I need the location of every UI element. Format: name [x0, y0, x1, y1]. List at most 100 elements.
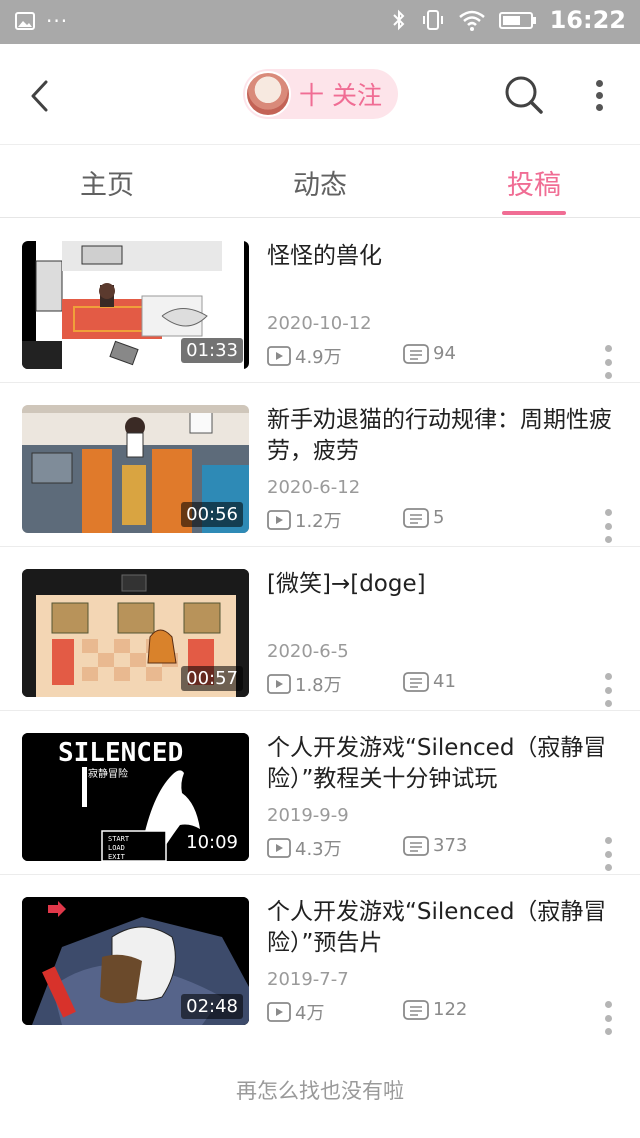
follow-button[interactable]: 十 关注	[243, 69, 398, 119]
comment-count-icon	[403, 835, 429, 856]
comment-count-value: 41	[433, 671, 456, 692]
video-date: 2019-7-7	[267, 969, 349, 990]
comment-count-value: 94	[433, 343, 456, 364]
dot	[604, 673, 612, 680]
comment-count: 41	[403, 671, 456, 692]
video-thumbnail[interactable]: 01:33	[22, 241, 249, 369]
dot	[604, 536, 612, 543]
comment-count-icon	[403, 507, 429, 528]
search-icon	[505, 76, 543, 114]
video-title[interactable]: 个人开发游戏“Silenced（寂静冒险）”预告片	[267, 897, 622, 959]
video-list-item[interactable]: SILENCED 寂静冒险 START LOAD EXIT 10:09 个人开发…	[0, 711, 640, 875]
dot	[595, 79, 603, 87]
item-more-button[interactable]	[600, 1001, 616, 1035]
dot	[604, 1028, 612, 1035]
comment-count-value: 122	[433, 999, 468, 1020]
video-list-item[interactable]: 01:33 怪怪的兽化 2020-10-12 4.9万 94	[0, 219, 640, 383]
play-count-icon	[267, 838, 291, 858]
battery-icon	[498, 12, 536, 29]
silenced-logo-subtitle: 寂静冒险	[88, 767, 128, 780]
view-count: 4.9万	[267, 343, 342, 369]
item-more-button[interactable]	[600, 345, 616, 379]
video-title[interactable]: 怪怪的兽化	[267, 241, 622, 272]
play-count-icon	[267, 1002, 291, 1022]
video-title[interactable]: 个人开发游戏“Silenced（寂静冒险）”教程关十分钟试玩	[267, 733, 622, 795]
more-options-button[interactable]	[584, 73, 614, 117]
tab-dynamics[interactable]: 动态	[260, 163, 380, 202]
comment-count-value: 5	[433, 507, 445, 528]
video-stats: 4.9万 94	[267, 343, 597, 369]
view-count-value: 4.9万	[295, 347, 342, 368]
play-count-icon	[267, 510, 291, 530]
view-count-value: 4.3万	[295, 839, 342, 860]
dot	[604, 700, 612, 707]
play-count-icon	[267, 674, 291, 694]
video-stats: 1.2万 5	[267, 507, 597, 533]
vibrate-icon	[422, 10, 443, 30]
play-count-icon	[267, 346, 291, 366]
video-thumbnail[interactable]: 02:48	[22, 897, 249, 1025]
search-button[interactable]	[502, 73, 546, 117]
video-list-item[interactable]: 02:48 个人开发游戏“Silenced（寂静冒险）”预告片 2019-7-7…	[0, 875, 640, 1039]
video-stats: 1.8万 41	[267, 671, 597, 697]
active-tab-indicator	[502, 211, 566, 215]
bluetooth-icon	[392, 9, 405, 31]
dot	[604, 372, 612, 379]
comment-count: 94	[403, 343, 456, 364]
view-count: 1.2万	[267, 507, 342, 533]
item-more-button[interactable]	[600, 673, 616, 707]
video-date: 2019-9-9	[267, 805, 349, 826]
dot	[595, 91, 603, 99]
dot	[595, 103, 603, 111]
dot	[604, 864, 612, 871]
video-duration: 00:57	[181, 666, 243, 691]
wifi-icon	[458, 10, 485, 31]
follow-label: 十 关注	[299, 81, 382, 110]
video-duration: 00:56	[181, 502, 243, 527]
comment-count-icon	[403, 671, 429, 692]
dot	[604, 837, 612, 844]
tab-home[interactable]: 主页	[47, 163, 167, 202]
video-thumbnail[interactable]: 00:56	[22, 405, 249, 533]
video-date: 2020-6-5	[267, 641, 349, 662]
dot	[604, 509, 612, 516]
view-count-value: 1.2万	[295, 511, 342, 532]
dot	[604, 345, 612, 352]
video-list-item[interactable]: 00:56 新手劝退猫的行动规律：周期性疲劳，疲劳 2020-6-12 1.2万…	[0, 383, 640, 547]
video-stats: 4.3万 373	[267, 835, 597, 861]
view-count: 4.3万	[267, 835, 342, 861]
menu-exit-label: EXIT	[108, 853, 126, 861]
avatar[interactable]	[245, 71, 291, 117]
tab-uploads[interactable]: 投稿	[474, 163, 594, 202]
dot	[604, 686, 612, 694]
silenced-logo: SILENCED	[58, 738, 183, 768]
dot	[604, 358, 612, 366]
notification-overflow-dots: ···	[46, 9, 69, 33]
video-stats: 4万 122	[267, 999, 597, 1025]
comment-count: 122	[403, 999, 467, 1020]
view-count: 1.8万	[267, 671, 342, 697]
comment-count-value: 373	[433, 835, 468, 856]
menu-load-label: LOAD	[108, 844, 125, 852]
dot	[604, 522, 612, 530]
video-thumbnail[interactable]: 00:57	[22, 569, 249, 697]
menu-start-label: START	[108, 835, 130, 843]
item-more-button[interactable]	[600, 509, 616, 543]
comment-count: 373	[403, 835, 467, 856]
back-button[interactable]	[18, 74, 62, 118]
dot	[604, 1014, 612, 1022]
view-count: 4万	[267, 999, 324, 1025]
video-date: 2020-10-12	[267, 313, 372, 334]
video-duration: 10:09	[181, 830, 243, 855]
dot	[604, 1001, 612, 1008]
item-more-button[interactable]	[600, 837, 616, 871]
comment-count: 5	[403, 507, 444, 528]
clock-time: 16:22	[549, 6, 626, 34]
comment-count-icon	[403, 999, 429, 1020]
video-title[interactable]: [微笑]→[doge]	[267, 569, 622, 600]
video-list-item[interactable]: 00:57 [微笑]→[doge] 2020-6-5 1.8万 41	[0, 547, 640, 711]
chevron-left-icon	[31, 80, 48, 112]
video-title[interactable]: 新手劝退猫的行动规律：周期性疲劳，疲劳	[267, 405, 622, 467]
video-thumbnail[interactable]: SILENCED 寂静冒险 START LOAD EXIT 10:09	[22, 733, 249, 861]
gallery-icon	[15, 12, 35, 30]
